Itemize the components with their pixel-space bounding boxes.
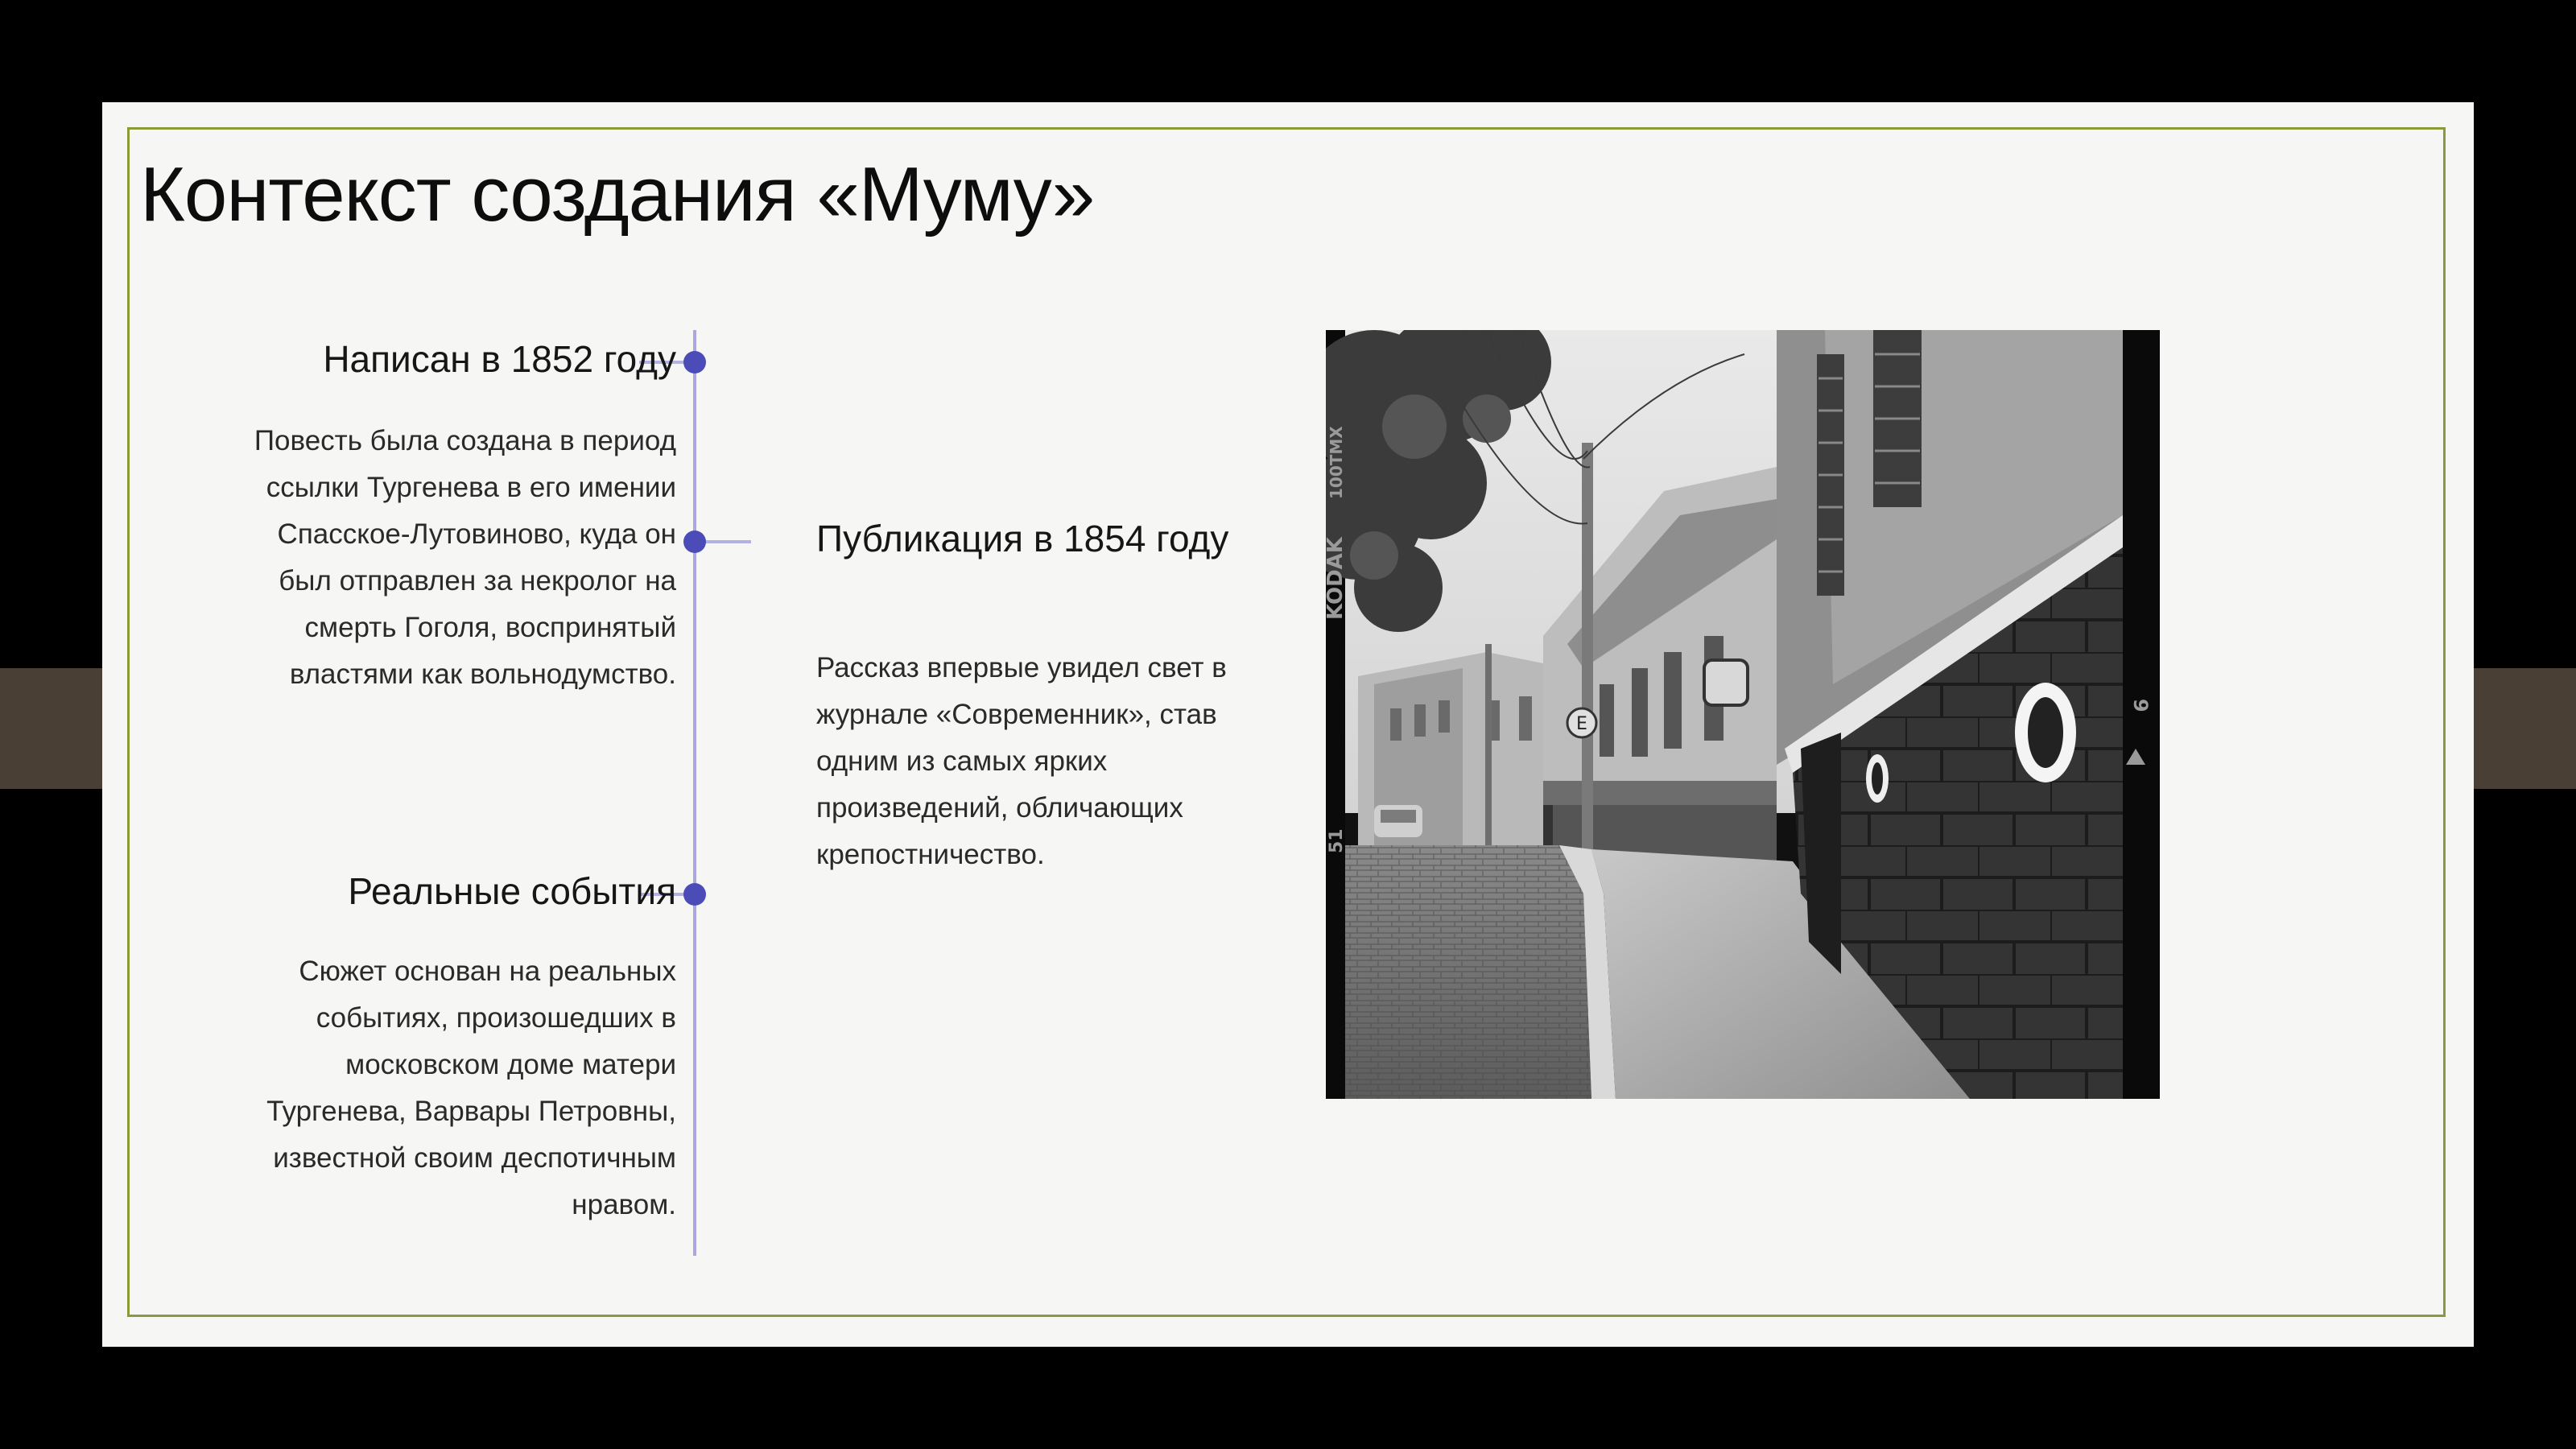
street-photo-drawing: E KODAK 100TMX 51 9 [1326,330,2160,1099]
film-edge-frame-right: 9 [2129,699,2152,712]
parking-sign-letter: E [1576,714,1587,734]
event-heading-2: Публикация в 1854 году [816,518,1229,559]
event-text-3: Сюжет основан на реальных событиях, прои… [266,956,676,1220]
event-heading-1: Написан в 1852 году [323,338,676,380]
film-edge-brand: KODAK [1326,536,1348,620]
film-edge-code: 100TMX [1327,426,1346,499]
timeline-dot-3 [683,883,706,906]
timeline-dot-2 [683,530,706,553]
slide: Контекст создания «Муму» Написан в 1852 … [102,102,2474,1347]
street-photo: E KODAK 100TMX 51 9 [1326,330,2160,1099]
film-edge-frame-left: 51 [1327,828,1347,853]
slide-title: Контекст создания «Муму» [140,151,1095,237]
event-text-1: Повесть была создана в период ссылки Тур… [254,425,676,690]
timeline-dot-1 [683,351,706,374]
event-heading-3: Реальные события [348,870,676,912]
event-text-2: Рассказ впервые увидел свет в журнале «С… [816,652,1227,870]
timeline-line [693,330,696,1256]
